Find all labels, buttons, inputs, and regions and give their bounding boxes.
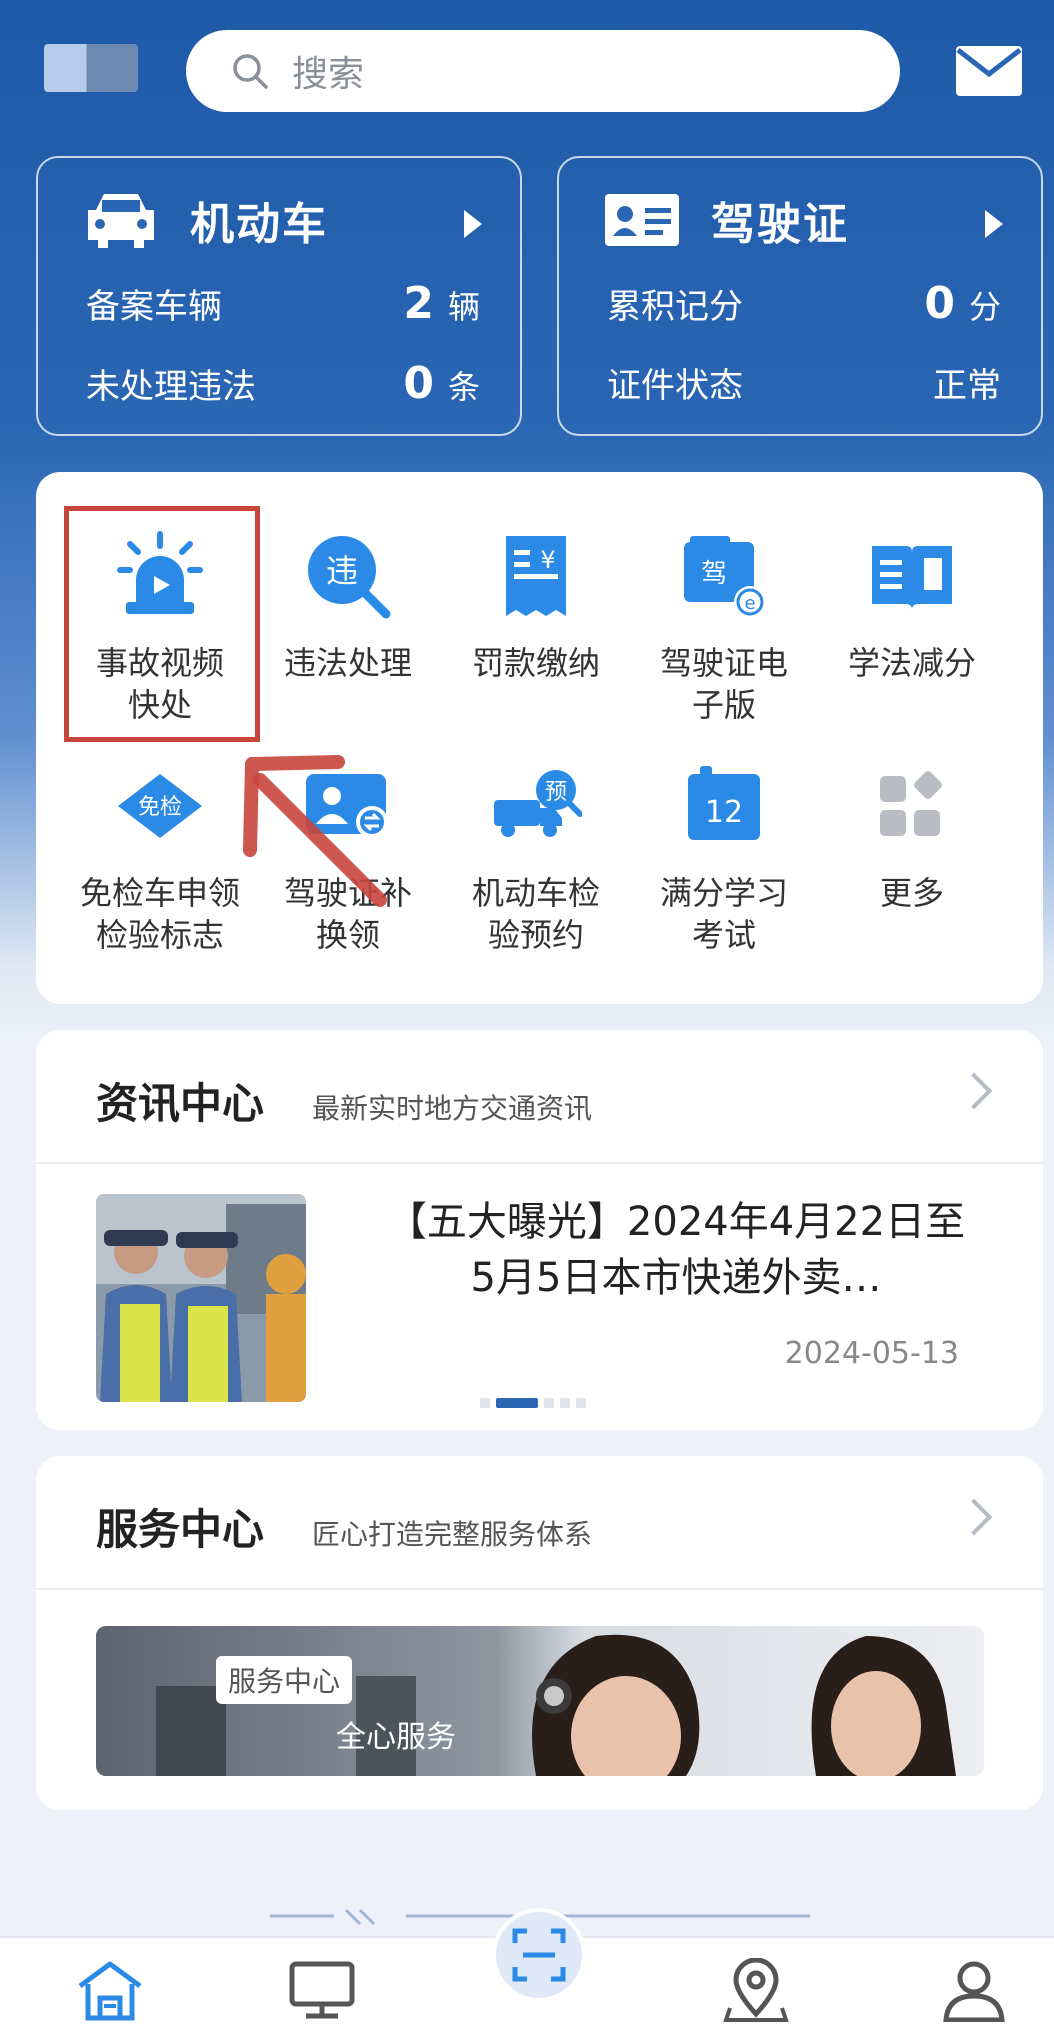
banner-slogan: 全心服务 xyxy=(336,1720,456,1755)
service-label: 罚款缴纳 xyxy=(471,644,600,682)
carousel-dot xyxy=(480,1398,490,1408)
scan-icon xyxy=(512,1928,566,1982)
carousel-indicator xyxy=(480,1398,586,1408)
more-grid-icon xyxy=(880,771,942,836)
scan-button[interactable] xyxy=(492,1908,586,2002)
service-label: 事故视频 快处 xyxy=(95,644,224,724)
service-violation[interactable]: 违 违法处理 xyxy=(254,530,442,684)
search-icon xyxy=(230,51,270,91)
service-label: 驾驶证补 换领 xyxy=(283,874,412,954)
row-label: 未处理违法 xyxy=(86,367,256,407)
row-unit: 辆 xyxy=(447,288,480,326)
row-unit: 条 xyxy=(447,368,480,406)
license-renew-icon xyxy=(306,774,388,838)
service-license-renew[interactable]: 驾驶证补 换领 xyxy=(254,760,442,956)
carousel-dot-active xyxy=(496,1398,538,1408)
svg-text:e: e xyxy=(744,593,755,614)
service-full-score-exam[interactable]: 12 满分学习 考试 xyxy=(630,760,818,956)
service-accident-video[interactable]: 事故视频 快处 xyxy=(66,530,254,726)
row-label: 证件状态 xyxy=(607,366,743,406)
section-title: 资讯中心 xyxy=(96,1079,265,1128)
vehicle-row: 未处理违法 0条 xyxy=(86,358,480,409)
service-fine-payment[interactable]: ¥ 罚款缴纳 xyxy=(442,530,630,684)
news-headline[interactable]: 【五大曝光】2024年4月22日至5月5日本市快递外卖… xyxy=(376,1194,976,1306)
vehicle-card[interactable]: 机动车 备案车辆 2辆 未处理违法 0条 xyxy=(36,156,522,436)
license-card[interactable]: 驾驶证 累积记分 0分 证件状态 正常 xyxy=(557,156,1043,436)
divider xyxy=(36,1588,1043,1590)
svg-text:¥: ¥ xyxy=(540,546,555,574)
map-pin-icon[interactable] xyxy=(720,1958,792,2022)
service-banner[interactable]: 服务中心 全心服务 xyxy=(96,1626,984,1776)
calendar-12-icon: 12 xyxy=(688,766,760,840)
license-row: 累积记分 0分 xyxy=(607,278,1001,329)
monitor-icon[interactable] xyxy=(286,1958,358,2022)
carousel-dot xyxy=(544,1398,554,1408)
news-center-section: 资讯中心 最新实时地方交通资讯 【五大曝光】2024年4月22日至5月5日本市快… xyxy=(36,1030,1043,1430)
service-label: 驾驶证电 子版 xyxy=(659,644,788,724)
mail-icon[interactable] xyxy=(954,44,1024,98)
service-label: 满分学习 考试 xyxy=(659,874,788,954)
chevron-right-icon[interactable] xyxy=(955,1072,993,1110)
user-icon[interactable] xyxy=(938,1958,1010,2022)
service-label: 更多 xyxy=(879,874,944,912)
service-study-law[interactable]: 学法减分 xyxy=(818,530,1006,684)
section-title: 服务中心 xyxy=(96,1505,265,1554)
service-more[interactable]: 更多 xyxy=(818,760,1006,914)
book-icon xyxy=(872,546,952,610)
row-unit: 分 xyxy=(968,288,1001,326)
divider xyxy=(36,1162,1043,1164)
service-exempt-inspection[interactable]: 免检 免检车申领 检验标志 xyxy=(66,760,254,956)
section-subtitle: 最新实时地方交通资讯 xyxy=(312,1092,593,1125)
alarm-video-icon xyxy=(117,531,203,614)
e-license-icon: 驾 e xyxy=(684,536,766,618)
vehicle-row: 备案车辆 2辆 xyxy=(86,278,480,329)
banner-tag: 服务中心 xyxy=(216,1656,353,1704)
row-value: 正常 xyxy=(933,366,1001,406)
car-icon xyxy=(88,194,154,248)
carousel-dot xyxy=(560,1398,570,1408)
svg-text:12: 12 xyxy=(705,795,743,830)
service-label: 机动车检 验预约 xyxy=(471,874,600,954)
search-placeholder: 搜索 xyxy=(292,54,365,95)
violation-search-icon: 违 xyxy=(308,536,391,619)
services-panel: 事故视频 快处 违 违法处理 ¥ 罚款缴纳 驾 e 驾驶证电 子版 学法减分 免… xyxy=(36,472,1043,1004)
row-label: 累积记分 xyxy=(607,287,743,327)
license-row: 证件状态 正常 xyxy=(607,358,1001,407)
row-value: 0 xyxy=(924,278,955,329)
section-subtitle: 匠心打造完整服务体系 xyxy=(312,1518,593,1551)
chevron-right-icon[interactable] xyxy=(955,1498,993,1536)
news-date: 2024-05-13 xyxy=(784,1336,959,1371)
svg-text:预: 预 xyxy=(545,780,567,805)
search-bar[interactable]: 搜索 xyxy=(186,30,900,112)
service-label: 违法处理 xyxy=(283,644,412,682)
news-thumbnail[interactable] xyxy=(96,1194,306,1402)
carousel-dot xyxy=(576,1398,586,1408)
home-icon[interactable] xyxy=(74,1958,146,2022)
service-center-section: 服务中心 匠心打造完整服务体系 服务中心 全心服务 xyxy=(36,1456,1043,1810)
chevron-right-icon xyxy=(985,210,1003,238)
row-value: 2 xyxy=(403,278,434,329)
user-avatar[interactable] xyxy=(44,44,138,92)
service-label: 免检车申领 检验标志 xyxy=(79,874,240,954)
svg-text:驾: 驾 xyxy=(701,559,727,589)
license-card-title: 驾驶证 xyxy=(711,199,849,250)
vehicle-card-title: 机动车 xyxy=(190,199,328,250)
service-label: 学法减分 xyxy=(847,644,976,682)
svg-text:免检: 免检 xyxy=(138,795,182,820)
svg-text:违: 违 xyxy=(326,552,358,590)
service-inspection-booking[interactable]: 预 机动车检 验预约 xyxy=(442,760,630,956)
service-e-license[interactable]: 驾 e 驾驶证电 子版 xyxy=(630,530,818,726)
receipt-yen-icon: ¥ xyxy=(506,536,566,616)
truck-appointment-icon: 预 xyxy=(494,770,582,837)
row-label: 备案车辆 xyxy=(86,287,222,327)
exempt-badge-icon: 免检 xyxy=(118,774,202,838)
row-value: 0 xyxy=(403,358,434,409)
chevron-right-icon xyxy=(464,210,482,238)
id-card-icon xyxy=(605,194,679,246)
